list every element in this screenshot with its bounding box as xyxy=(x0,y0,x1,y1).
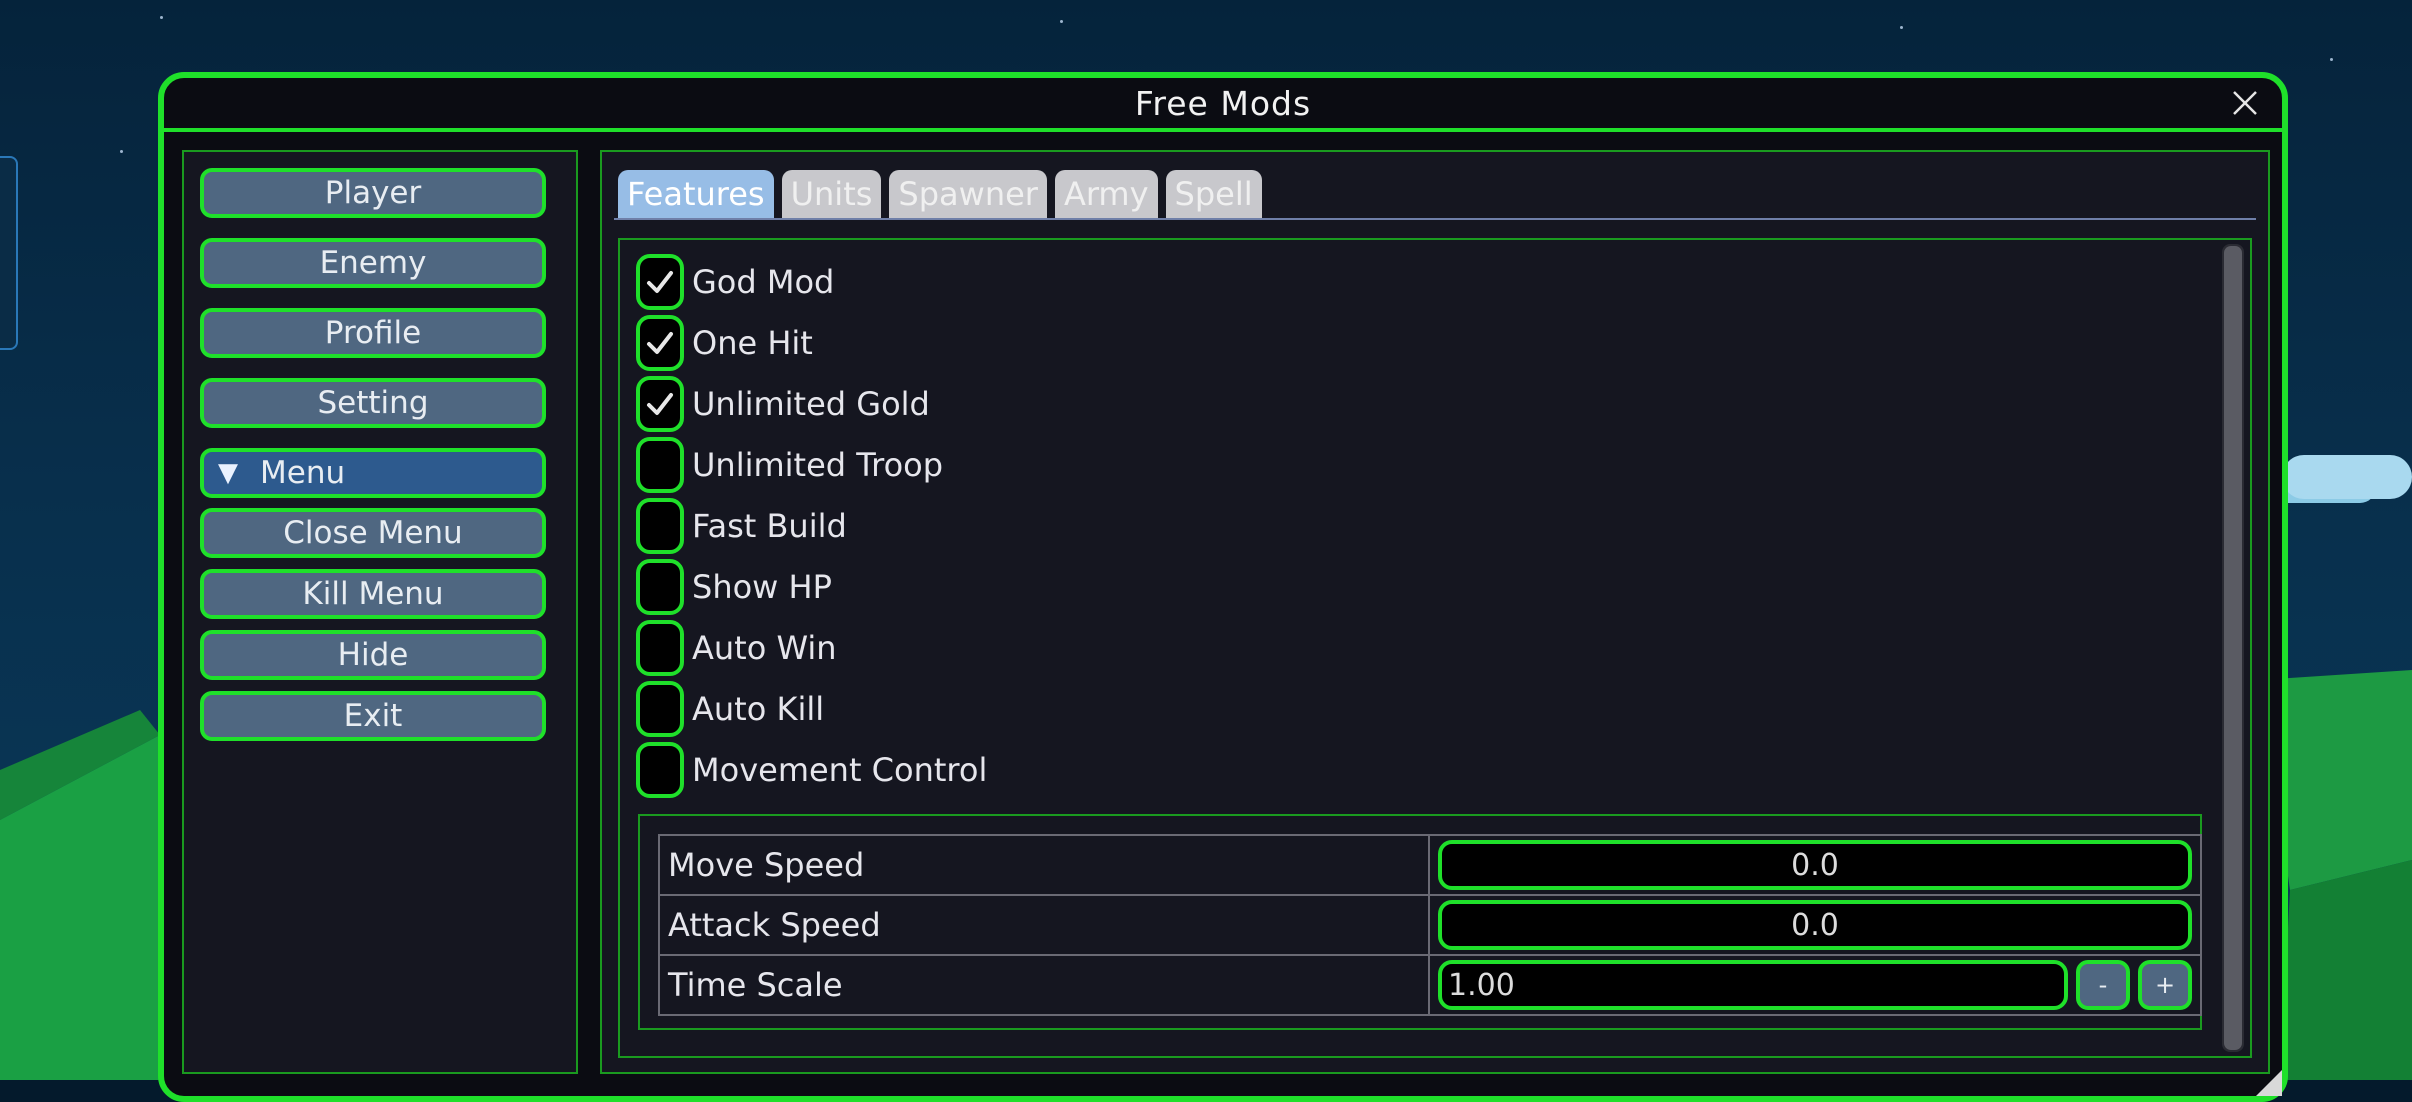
scrollbar[interactable] xyxy=(2222,244,2244,1052)
star xyxy=(1060,20,1063,23)
setting-button[interactable]: Setting xyxy=(200,378,546,428)
attack-speed-cell: 0.0 xyxy=(1428,894,2202,956)
sidebar-item-label: Kill Menu xyxy=(302,576,444,612)
sidebar-item-label: Profile xyxy=(324,315,422,351)
feature-checkbox[interactable] xyxy=(636,254,684,310)
tab-spell[interactable]: Spell xyxy=(1165,170,1262,218)
move-speed-cell: 0.0 xyxy=(1428,834,2202,896)
move-speed-input[interactable]: 0.0 xyxy=(1438,840,2192,890)
side-panel-tab[interactable] xyxy=(0,156,18,350)
feature-toggle[interactable]: Unlimited Troop xyxy=(636,437,943,493)
enemy-button[interactable]: Enemy xyxy=(200,238,546,288)
checkmark-icon xyxy=(647,271,673,293)
feature-label: Fast Build xyxy=(692,507,847,545)
table-row: Attack Speed 0.0 xyxy=(658,894,2202,956)
tab-features[interactable]: Features xyxy=(618,170,774,218)
tab-spawner[interactable]: Spawner xyxy=(889,170,1047,218)
speed-settings-table: Move Speed 0.0 Attack Speed 0.0 Time Sca… xyxy=(658,834,2202,1016)
title-bar[interactable]: Free Mods xyxy=(164,78,2282,132)
feature-toggle[interactable]: Fast Build xyxy=(636,498,847,554)
sidebar-item-label: Setting xyxy=(317,385,429,421)
increment-button[interactable]: + xyxy=(2138,960,2192,1010)
tab-units[interactable]: Units xyxy=(781,170,882,218)
attack-speed-label: Attack Speed xyxy=(658,894,1430,956)
feature-label: Auto Kill xyxy=(692,690,825,728)
feature-checkbox[interactable] xyxy=(636,498,684,554)
feature-checkbox[interactable] xyxy=(636,559,684,615)
checkmark-icon xyxy=(647,332,673,354)
feature-toggle[interactable]: Auto Win xyxy=(636,620,837,676)
time-scale-label: Time Scale xyxy=(658,954,1430,1016)
decrement-button[interactable]: - xyxy=(2076,960,2130,1010)
main-panel: Features Units Spawner Army Spell God Mo… xyxy=(600,150,2270,1074)
sidebar-item-label: Enemy xyxy=(319,245,427,281)
feature-label: One Hit xyxy=(692,324,813,362)
scrollbar-thumb[interactable] xyxy=(2224,246,2242,1050)
features-content: God Mod One Hit Unlimited Gold Unlimited Tr… xyxy=(618,238,2252,1058)
kill-menu-button[interactable]: Kill Menu xyxy=(200,569,546,619)
tab-divider xyxy=(614,218,2256,220)
feature-toggle[interactable]: Unlimited Gold xyxy=(636,376,930,432)
feature-checkbox[interactable] xyxy=(636,437,684,493)
feature-label: Unlimited Troop xyxy=(692,446,944,484)
feature-toggle[interactable]: Movement Control xyxy=(636,742,987,798)
feature-checkbox[interactable] xyxy=(636,681,684,737)
time-scale-stepper: 1.00 - + xyxy=(1438,960,2192,1010)
star xyxy=(120,150,123,153)
speed-settings-group: Move Speed 0.0 Attack Speed 0.0 Time Sca… xyxy=(638,814,2202,1030)
sidebar-item-label: Exit xyxy=(343,698,403,734)
feature-checkbox[interactable] xyxy=(636,742,684,798)
exit-button[interactable]: Exit xyxy=(200,691,546,741)
feature-label: Auto Win xyxy=(692,629,837,667)
close-menu-button[interactable]: Close Menu xyxy=(200,508,546,558)
feature-checkbox[interactable] xyxy=(636,315,684,371)
player-button[interactable]: Player xyxy=(200,168,546,218)
mod-menu-window: Free Mods Player Enemy Profile Setting ▼… xyxy=(158,72,2288,1102)
feature-label: Movement Control xyxy=(692,751,988,789)
hide-button[interactable]: Hide xyxy=(200,630,546,680)
move-speed-label: Move Speed xyxy=(658,834,1430,896)
window-title: Free Mods xyxy=(1134,83,1312,123)
attack-speed-input[interactable]: 0.0 xyxy=(1438,900,2192,950)
sidebar: Player Enemy Profile Setting ▼ Menu Clos… xyxy=(182,150,578,1074)
table-row: Time Scale 1.00 - + xyxy=(658,954,2202,1016)
tab-bar: Features Units Spawner Army Spell xyxy=(618,170,1262,218)
feature-toggle[interactable]: Show HP xyxy=(636,559,832,615)
star xyxy=(2330,58,2333,61)
resize-grip-icon[interactable] xyxy=(2250,1064,2284,1098)
star xyxy=(160,16,163,19)
feature-toggle[interactable]: One Hit xyxy=(636,315,813,371)
feature-label: God Mod xyxy=(692,263,835,301)
triangle-down-icon: ▼ xyxy=(218,458,238,488)
table-row: Move Speed 0.0 xyxy=(658,834,2202,896)
menu-collapsible-header[interactable]: ▼ Menu xyxy=(200,448,546,498)
feature-toggle[interactable]: God Mod xyxy=(636,254,834,310)
time-scale-input[interactable]: 1.00 xyxy=(1438,960,2068,1010)
feature-checkbox[interactable] xyxy=(636,620,684,676)
feature-checkbox[interactable] xyxy=(636,376,684,432)
sidebar-item-label: Player xyxy=(324,175,422,211)
sidebar-item-label: Close Menu xyxy=(283,515,463,551)
close-button[interactable] xyxy=(2228,86,2262,120)
checkmark-icon xyxy=(647,393,673,415)
sidebar-item-label: Menu xyxy=(260,455,346,491)
close-icon xyxy=(2233,91,2257,115)
feature-label: Show HP xyxy=(692,568,832,606)
feature-label: Unlimited Gold xyxy=(692,385,930,423)
tab-army[interactable]: Army xyxy=(1054,170,1158,218)
profile-button[interactable]: Profile xyxy=(200,308,546,358)
star xyxy=(1900,26,1903,29)
feature-toggle[interactable]: Auto Kill xyxy=(636,681,824,737)
time-scale-cell: 1.00 - + xyxy=(1428,954,2202,1016)
cloud xyxy=(2282,455,2412,499)
sidebar-item-label: Hide xyxy=(337,637,409,673)
